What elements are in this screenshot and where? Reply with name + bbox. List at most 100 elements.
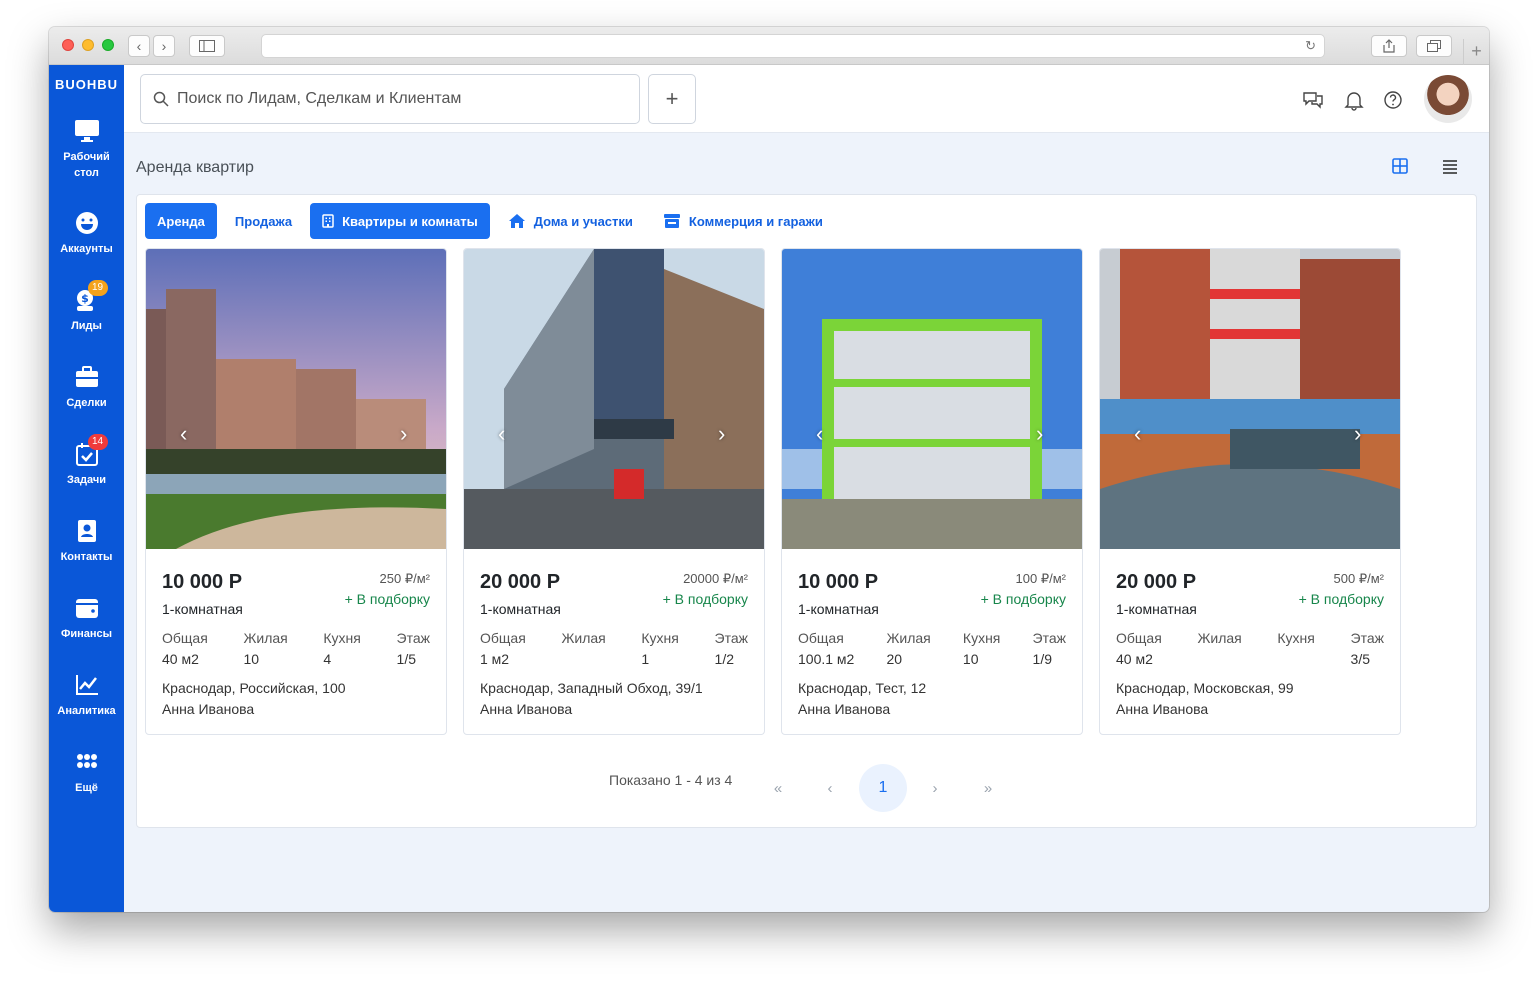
app-logo[interactable]: BUOHBU [49,77,124,92]
bell-icon[interactable] [1343,89,1365,111]
chevron-left-icon[interactable]: ‹ [816,421,823,447]
spec-label: Общая [162,630,208,646]
add-to-selection-button[interactable]: + В подборку [663,591,748,607]
listing-photo[interactable]: ‹ › [1100,249,1400,549]
forward-button[interactable]: › [153,35,175,57]
spec-value: 1 [641,651,650,667]
tab-sale[interactable]: Продажа [223,203,304,239]
sidebar-item-more[interactable]: Ещё [49,750,124,796]
spec-value: 40 м2 [1116,651,1153,667]
page-1-button[interactable]: 1 [859,764,907,812]
tabs-bar: Аренда Продажа Квартиры и комнаты Дома и… [145,203,841,239]
listing-address: Краснодар, Тест, 12 [798,680,927,696]
add-to-selection-button[interactable]: + В подборку [1299,591,1384,607]
reload-icon[interactable]: ↻ [1305,38,1316,54]
listing-price: 20 000 Р [480,571,561,593]
grid-view-icon[interactable] [1392,158,1408,174]
sidebar-item-label: Аккаунты [60,243,113,255]
building-photo-4 [1100,249,1400,549]
listing-photo[interactable]: ‹ › [146,249,446,549]
listing-agent: Анна Иванова [162,701,255,717]
share-button[interactable] [1371,35,1407,57]
listing-card[interactable]: ‹ › 20 000 Р 500 ₽/м² + В подборку 1-ком… [1099,248,1401,735]
listing-specs: Общая 1 м2 Жилая Кухня 1 Этаж 1/2 [480,630,748,667]
price-per-m2: 20000 ₽/м² [683,571,748,586]
spec-value: 1/2 [714,651,734,667]
sidebar-item-label: Ещё [75,782,98,794]
sidebar-icon [199,40,215,52]
spec-label: Этаж [396,630,430,646]
sidebar-item-label: Лиды [71,320,102,332]
search-box[interactable] [140,74,640,124]
last-page-button[interactable]: » [964,764,1012,812]
chat-icon[interactable] [1302,89,1324,111]
chevron-right-icon: › [161,38,167,54]
sidebar-item-label: Контакты [60,551,113,563]
help-icon[interactable] [1382,89,1404,111]
listing-card[interactable]: ‹ › 20 000 Р 20000 ₽/м² + В подборку 1-к… [463,248,765,735]
back-button[interactable]: ‹ [128,35,150,57]
building-photo-1 [146,249,446,549]
search-icon [153,91,169,107]
close-window-button[interactable] [62,39,74,51]
chevron-right-icon[interactable]: › [400,421,407,447]
plus-icon: + [665,86,679,111]
sidebar-item-deals[interactable]: Сделки [49,365,124,411]
sidebar-item-label: Сделки [66,397,107,409]
sidebar-item-desktop[interactable]: Рабочий стол [49,119,124,181]
sidebar-item-tasks[interactable]: 14 Задачи [49,434,124,488]
minimize-window-button[interactable] [82,39,94,51]
pagination-summary: Показано 1 - 4 из 4 [609,772,733,788]
spec-value: 20 [886,651,903,667]
tab-label: Аренда [157,213,205,229]
add-to-selection-button[interactable]: + В подборку [981,591,1066,607]
sidebar-item-accounts[interactable]: Аккаунты [49,211,124,257]
tab-rent[interactable]: Аренда [145,203,217,239]
sidebar-item-leads[interactable]: $ 19 Лиды [49,280,124,334]
list-view-icon[interactable] [1442,158,1458,174]
sidebar-item-contacts[interactable]: Контакты [49,519,124,565]
building-photo-2 [464,249,764,549]
listing-photo[interactable]: ‹ › [782,249,1082,549]
tab-apartments[interactable]: Квартиры и комнаты [310,203,490,239]
chevron-left-icon[interactable]: ‹ [180,421,187,447]
zoom-window-button[interactable] [102,39,114,51]
sidebar-item-label: стол [74,167,99,179]
next-page-button[interactable]: › [911,764,959,812]
leads-badge: 19 [87,280,108,296]
search-input[interactable] [177,90,617,108]
spec-label: Общая [1116,630,1162,646]
user-avatar[interactable] [1424,75,1472,123]
listing-card[interactable]: ‹ › 10 000 Р 100 ₽/м² + В подборку 1-ком… [781,248,1083,735]
sidebar-item-finance[interactable]: Финансы [49,596,124,642]
first-page-button[interactable]: « [754,764,802,812]
add-button[interactable]: + [648,74,696,124]
chevron-left-icon[interactable]: ‹ [498,421,505,447]
tab-houses[interactable]: Дома и участки [496,203,645,239]
listing-photo[interactable]: ‹ › [464,249,764,549]
chevron-left-icon[interactable]: ‹ [1134,421,1141,447]
tab-commercial[interactable]: Коммерция и гаражи [651,203,835,239]
sidebar-item-analytics[interactable]: Аналитика [49,673,124,719]
tabs-overview-button[interactable] [1416,35,1452,57]
tasks-badge: 14 [87,434,108,450]
spec-value: 10 [243,651,260,667]
listing-card[interactable]: ‹ › 10 000 Р 250 ₽/м² + В подборку 1-ком… [145,248,447,735]
chevron-right-icon[interactable]: › [718,421,725,447]
spec-label: Этаж [1032,630,1066,646]
tab-label: Коммерция и гаражи [688,213,823,229]
chevron-right-icon[interactable]: › [1354,421,1361,447]
contact-card-icon [77,520,96,542]
add-to-selection-button[interactable]: + В подборку [345,591,430,607]
share-icon [1383,39,1395,53]
spec-label: Жилая [561,630,606,646]
svg-text:$: $ [81,292,89,305]
new-tab-button[interactable]: + [1463,39,1489,65]
sidebar-item-label: Задачи [67,474,106,486]
chevron-right-icon[interactable]: › [1036,421,1043,447]
sidebar-toggle-button[interactable] [189,35,225,57]
address-bar[interactable]: ↻ [261,34,1325,58]
price-per-m2: 250 ₽/м² [379,571,430,586]
store-icon [663,214,680,228]
prev-page-button[interactable]: ‹ [806,764,854,812]
